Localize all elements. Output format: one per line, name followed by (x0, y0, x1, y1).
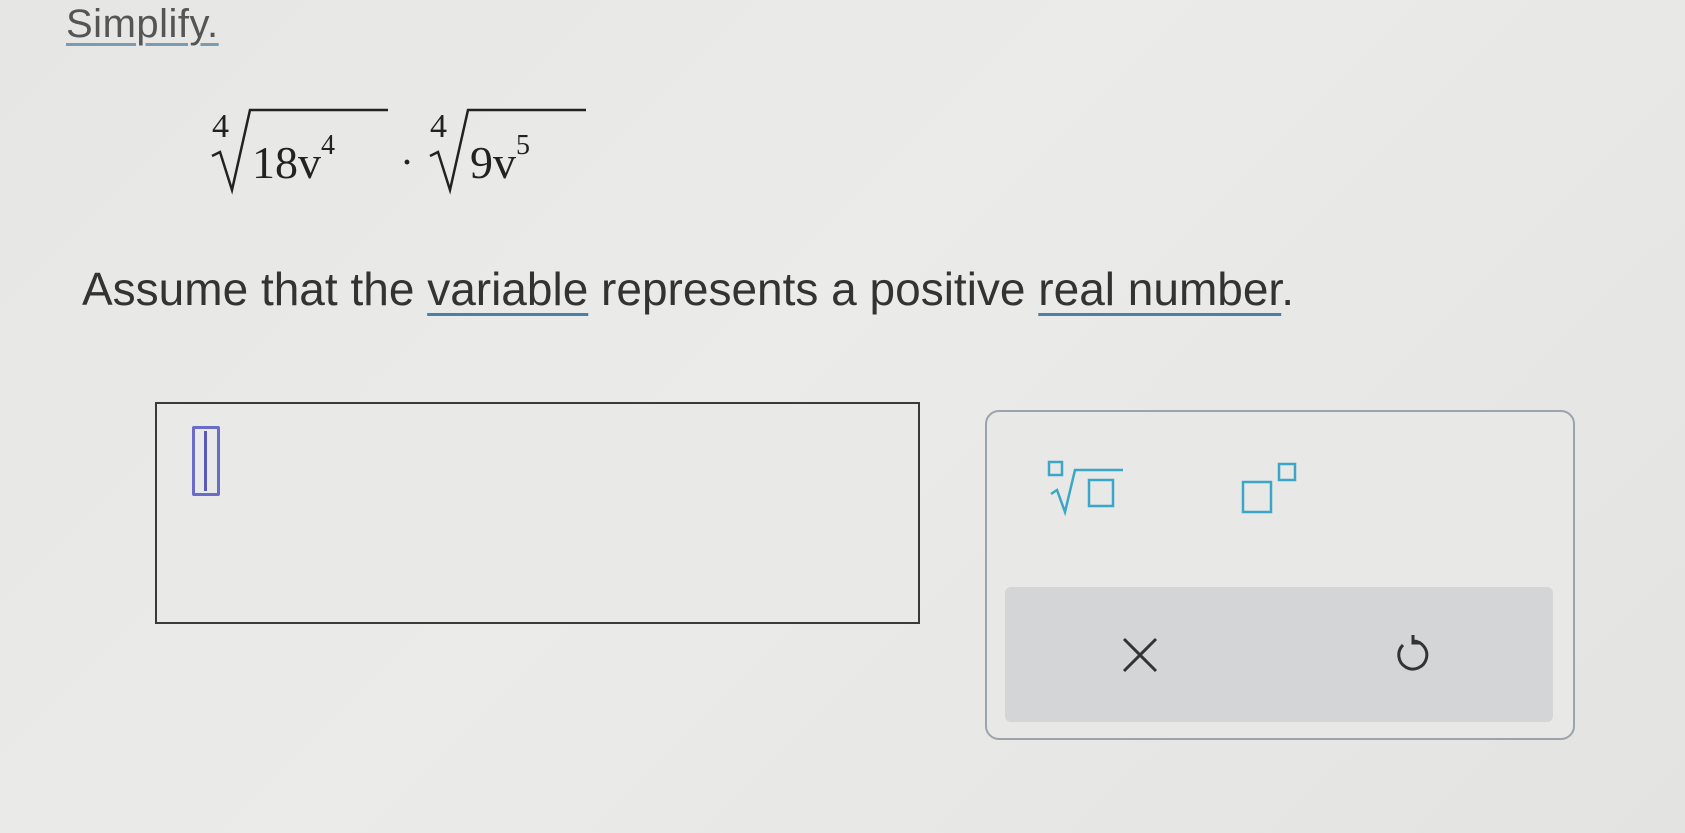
clear-button[interactable] (1100, 615, 1180, 695)
radical-1: 4 18v4 (210, 108, 390, 218)
answer-input[interactable] (155, 402, 920, 624)
real-number-link[interactable]: real number (1038, 263, 1281, 315)
instruction-after: . (1281, 263, 1294, 315)
radicand-1: 18v4 (252, 130, 335, 189)
nth-root-button[interactable] (1047, 460, 1127, 520)
input-cursor (192, 426, 220, 496)
page-title: Simplify. (66, 2, 219, 46)
exponent-button[interactable] (1237, 460, 1317, 520)
instruction-text: Assume that the variable represents a po… (82, 262, 1294, 316)
close-icon (1122, 637, 1158, 673)
action-bar (1005, 587, 1553, 722)
radicand-1-exponent: 4 (321, 129, 335, 161)
math-palette (985, 410, 1575, 740)
exponent-icon (1241, 462, 1297, 514)
variable-link[interactable]: variable (427, 263, 588, 315)
radicand-2-base: 9v (470, 137, 516, 188)
undo-button[interactable] (1373, 615, 1453, 695)
instruction-before: Assume that the (82, 263, 428, 315)
instruction-middle: represents a positive (588, 263, 1039, 315)
undo-icon (1397, 635, 1429, 671)
radicand-2-exponent: 5 (516, 129, 530, 161)
radical-2: 4 9v5 (428, 108, 588, 218)
radicand-2: 9v5 (470, 130, 530, 189)
radicand-1-base: 18v (252, 137, 321, 188)
nth-root-icon (1047, 460, 1123, 517)
multiply-dot: · (402, 146, 413, 179)
